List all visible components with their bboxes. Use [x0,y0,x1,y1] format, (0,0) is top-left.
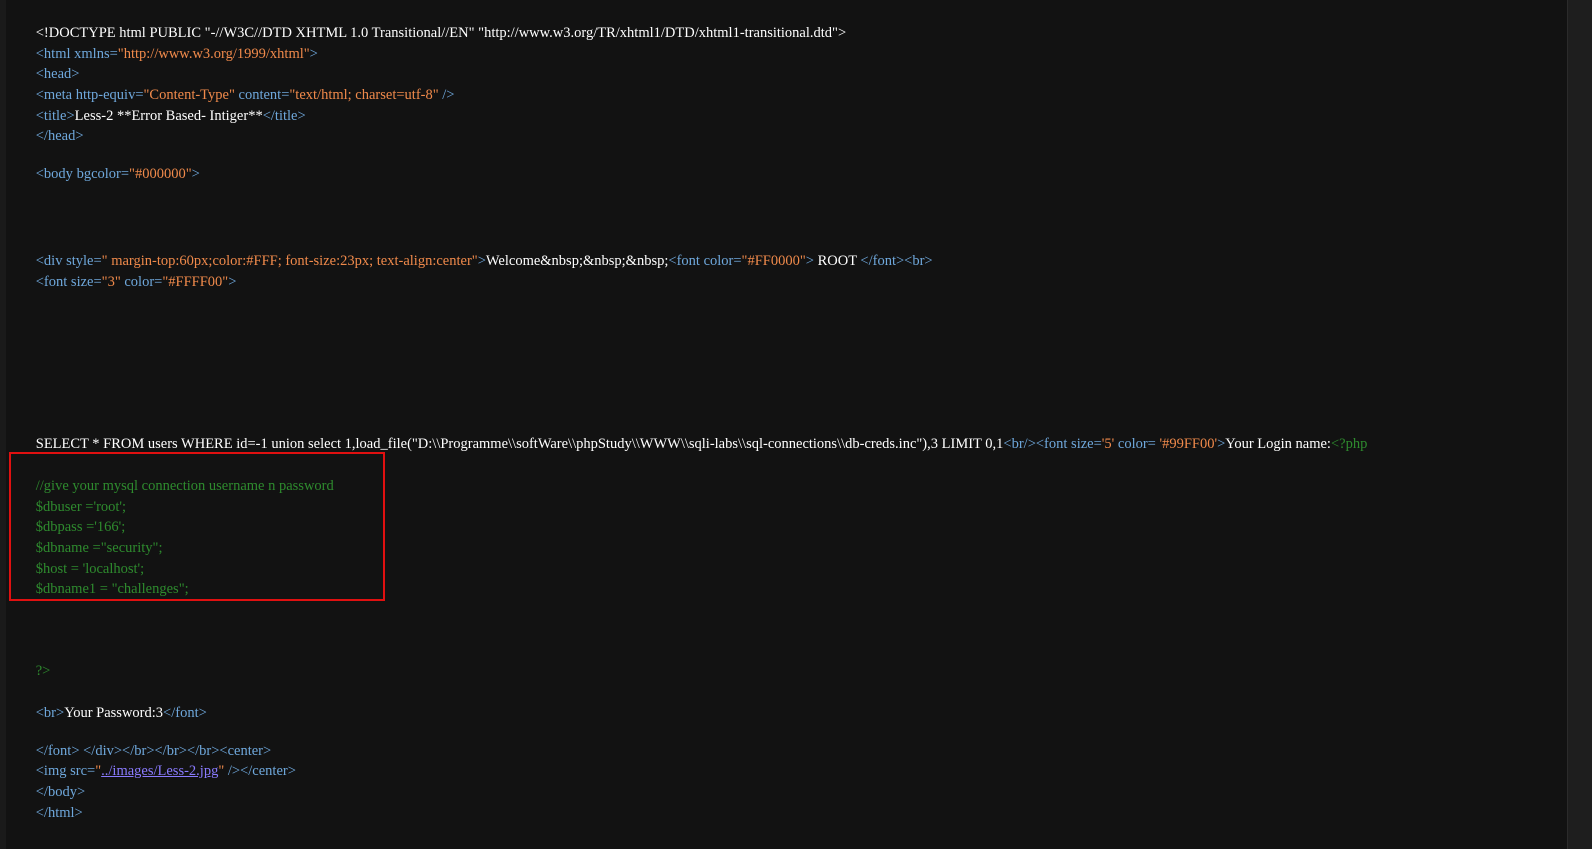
pw-br-tag: <br> [35,705,65,721]
highlight-box [9,452,385,601]
source-code-area[interactable]: <!DOCTYPE html PUBLIC "-//W3C//DTD XHTML… [14,0,1564,821]
welcome-text: Welcome&nbsp;&nbsp;&nbsp; [485,253,669,269]
code-line: </head> [14,106,84,144]
img-src-link[interactable]: ../images/Less-2.jpg [101,763,218,779]
font-red-end: > [805,253,814,269]
sql-font-tag: <font [1035,436,1068,452]
sql-font-attr: color= [1114,436,1160,452]
source-viewer: <!DOCTYPE html PUBLIC "-//W3C//DTD XHTML… [0,0,1592,849]
code-line: <!DOCTYPE html PUBLIC "-//W3C//DTD XHTML… [14,3,846,41]
php-open-tag: <?php [1330,436,1368,452]
font-red-value: "#FF0000" [741,253,806,269]
font-yellow-value: "3" [101,274,121,290]
code-line: <title>Less-2 **Error Based- Intiger**</… [14,86,306,124]
password-text: Your Password:3 [64,705,164,721]
pw-font-close: </font> [163,705,207,721]
code-line: <font size="3" color="#FFFF00"> [14,252,237,290]
div-tag-end: > [477,253,486,269]
sql-query-text: SELECT * FROM users WHERE id=-1 union se… [35,436,1004,452]
code-line: <meta http-equiv="Content-Type" content=… [14,65,455,103]
code-line: <img src="../images/Less-2.jpg" /></cent… [14,741,296,779]
font-red-tag: <font [668,253,700,269]
title-close-tag: </title> [262,108,306,124]
title-text: Less-2 **Error Based- Intiger** [74,108,263,124]
root-text: ROOT [813,253,861,269]
code-line: </body> [14,762,85,800]
head-close-tag: </head> [35,128,84,144]
font-yellow-tag: <font [35,274,68,290]
font-yellow-value: "#FFFF00" [162,274,229,290]
sql-font-attr: size= [1067,436,1102,452]
code-line: </html> [14,783,83,821]
html-attr-value: "http://www.w3.org/1999/xhtml" [117,46,310,62]
line-gutter [0,0,6,849]
meta-attr-value: "text/html; charset=utf-8" [289,87,439,103]
sql-br-tag: <br/> [1003,436,1036,452]
html-close-tag: </html> [35,805,83,821]
code-line: <html xmlns="http://www.w3.org/1999/xhtm… [14,24,318,62]
meta-end: /> [438,87,455,103]
sql-font-value: '#99FF00' [1159,436,1218,452]
img-end: /></center> [224,763,296,779]
font-red-close: </font><br> [860,253,933,269]
code-line: <head> [14,44,80,82]
code-line: </font> </div></br></br></br><center> [14,721,271,759]
body-attr: bgcolor= [72,166,130,182]
php-close-tag: ?> [35,663,51,679]
body-attr-value: "#000000" [129,166,192,182]
font-yellow-attr: size= [67,274,102,290]
code-line: <body bgcolor="#000000"> [14,144,200,182]
body-tag-end: > [191,166,200,182]
font-yellow-attr: color= [120,274,163,290]
code-line: <br>Your Password:3</font> [14,683,207,721]
sql-font-value: '5' [1101,436,1115,452]
code-line: <div style=" margin-top:60px;color:#FFF;… [14,231,933,269]
html-open-end: > [309,46,318,62]
vertical-scrollbar[interactable] [1567,0,1592,849]
font-yellow-end: > [228,274,237,290]
login-name-text: Your Login name: [1225,436,1331,452]
code-line: SELECT * FROM users WHERE id=-1 union se… [14,414,1368,452]
code-line: ?> [14,641,51,679]
body-tag: <body [35,166,73,182]
font-red-attr: color= [699,253,742,269]
